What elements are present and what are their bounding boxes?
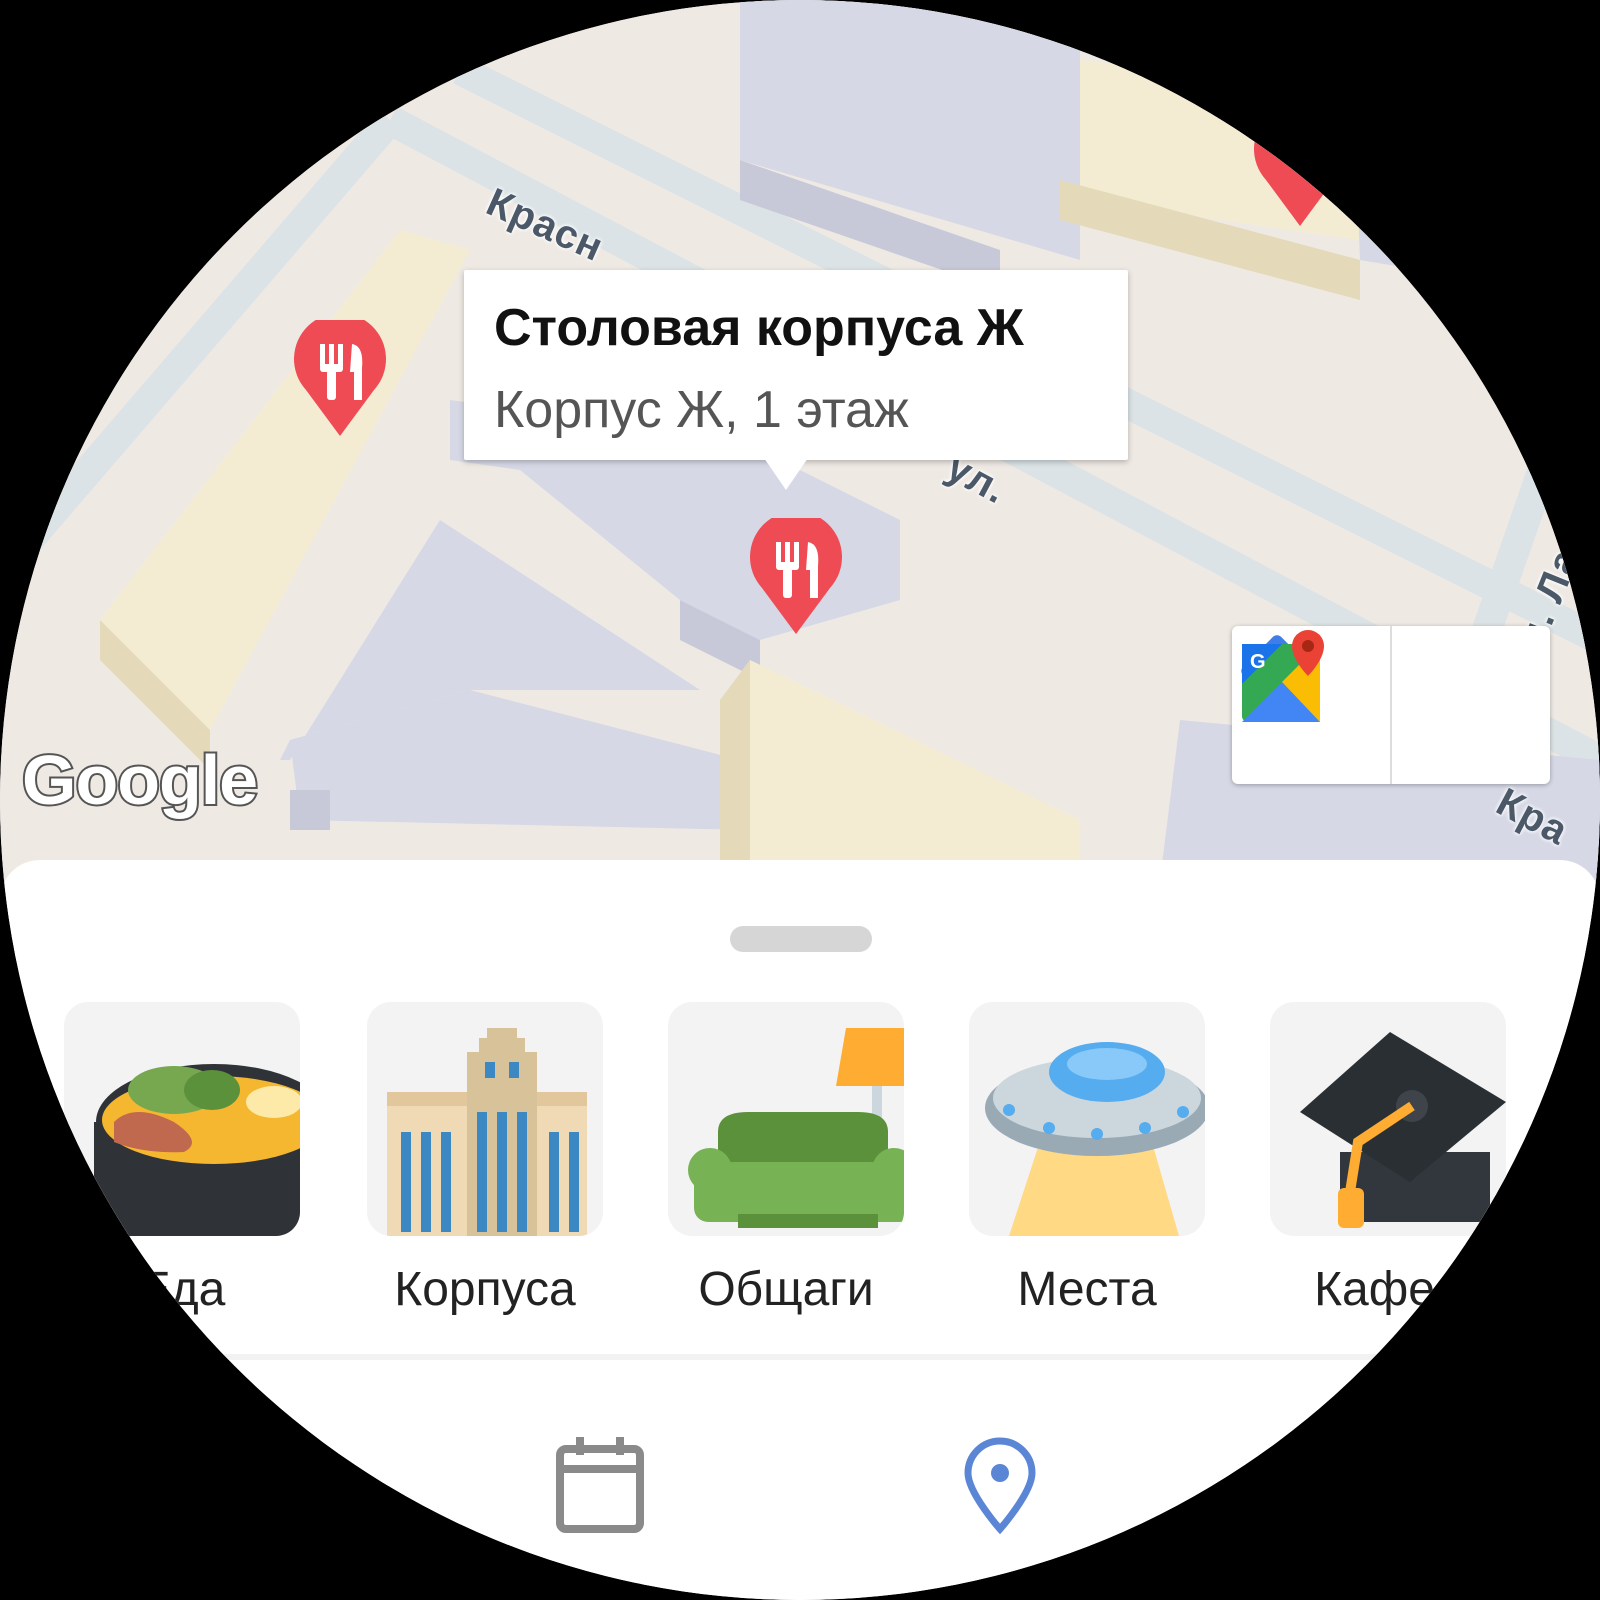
restaurant-pin-icon[interactable] [748,518,844,636]
nav-schedule-button[interactable] [550,1430,650,1540]
location-pin-icon [964,1437,1036,1535]
office-building-icon [367,1002,603,1236]
category-label: Общаги [698,1263,874,1316]
google-maps-icon: G [1242,630,1324,722]
nav-divider [0,1354,1600,1360]
calendar-icon [556,1437,644,1533]
restaurant-pin-icon[interactable] [292,320,388,438]
category-departments[interactable]: Кафед [1270,1002,1506,1317]
google-attribution: Google [20,739,260,821]
restaurant-pin-icon[interactable] [1252,110,1348,228]
category-label: Кафед [1314,1263,1462,1316]
category-dorms[interactable]: Общаги [668,1002,904,1317]
category-buildings[interactable]: Корпуса [367,1002,603,1317]
category-places[interactable]: Места [969,1002,1205,1317]
open-in-google-maps-button[interactable]: G [1242,626,1550,784]
category-label: Места [1017,1263,1157,1316]
map-toolbar: G [1232,626,1550,784]
nav-map-button[interactable] [950,1430,1050,1540]
graduation-cap-icon [1270,1002,1506,1236]
watch-screen: Красн ул. ул. Ла Кра Столовая корпуса Ж … [0,0,1600,1600]
category-label: Еда [138,1263,226,1316]
couch-lamp-icon [668,1002,904,1236]
place-callout[interactable]: Столовая корпуса Ж Корпус Ж, 1 этаж [464,270,1128,490]
ufo-icon [969,1002,1205,1236]
bottom-sheet: Еда Корпуса Общаги Места Кафед [0,860,1600,1600]
sheet-drag-handle[interactable] [730,926,872,952]
category-label: Корпуса [394,1263,576,1316]
svg-text:G: G [1250,651,1266,673]
category-food[interactable]: Еда [64,1002,300,1317]
place-title: Столовая корпуса Ж [494,299,1024,357]
map-view[interactable]: Красн ул. ул. Ла Кра Столовая корпуса Ж … [0,0,1600,880]
food-pot-icon [64,1002,300,1236]
place-subtitle: Корпус Ж, 1 этаж [494,381,909,439]
